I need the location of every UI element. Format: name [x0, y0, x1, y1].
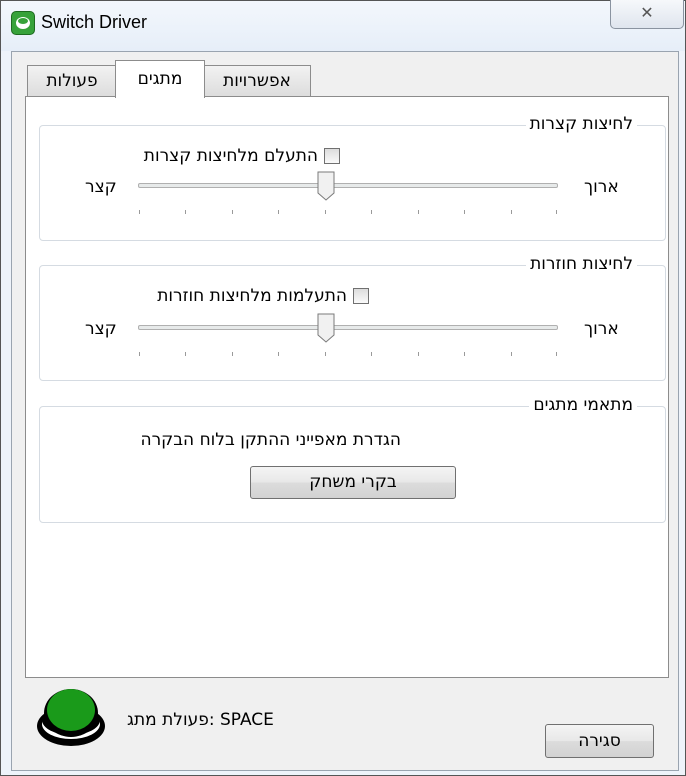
short-label: קצר [85, 177, 117, 197]
checkbox-box[interactable] [324, 148, 340, 164]
tab-actions-label: פעולות [46, 71, 98, 91]
switch-action-text: SPACE :פעולת מתג [127, 710, 274, 730]
checkbox-box[interactable] [353, 288, 369, 304]
slider-tick [556, 352, 557, 356]
slider-tick [325, 352, 326, 356]
slider-tick [185, 210, 186, 214]
slider-tick [464, 352, 465, 356]
slider-tick [139, 352, 140, 356]
repeat-press-group: לחיצות חוזרות התעלמות מלחיצות חוזרות קצר… [39, 254, 666, 381]
ignore-repeat-press-label: התעלמות מלחיצות חוזרות [157, 286, 347, 306]
tab-panel-switches: לחיצות קצרות התעלם מלחיצות קצרות קצר ארו… [25, 96, 669, 678]
ignore-repeat-press-checkbox[interactable]: התעלמות מלחיצות חוזרות [157, 286, 369, 306]
slider-tick [185, 352, 186, 356]
slider-tick [418, 352, 419, 356]
slider-tick [556, 210, 557, 214]
long-label: ארוך [584, 177, 619, 197]
slider-tick [232, 210, 233, 214]
slider-tick [278, 352, 279, 356]
switch-driver-window: Switch Driver ✕ אפשרויות מתגים פעולות לח… [0, 0, 686, 776]
close-button-label: סגירה [578, 731, 621, 751]
repeat-press-slider-track[interactable] [138, 325, 558, 330]
game-controllers-label: בקרי משחק [309, 472, 397, 492]
repeat-press-slider-thumb[interactable] [317, 313, 335, 343]
tab-options-label: אפשרויות [223, 71, 291, 91]
switch-button-icon [37, 689, 105, 746]
window-close-button[interactable]: ✕ [610, 0, 684, 29]
title-bar: Switch Driver ✕ [1, 0, 685, 51]
slider-tick [371, 210, 372, 214]
ignore-short-press-label: התעלם מלחיצות קצרות [143, 146, 318, 166]
switch-adapters-group: מתאמי מתגים הגדרת מאפייני ההתקן בלוח הבק… [39, 395, 666, 523]
switch-adapters-title: מתאמי מתגים [529, 395, 637, 415]
slider-tick [371, 352, 372, 356]
slider-tick [232, 352, 233, 356]
adapters-description: הגדרת מאפייני ההתקן בלוח הבקרה [140, 430, 401, 450]
ignore-short-press-checkbox[interactable]: התעלם מלחיצות קצרות [144, 146, 340, 166]
short-label: קצר [85, 319, 117, 339]
slider-tick [418, 210, 419, 214]
dialog-client-area: אפשרויות מתגים פעולות לחיצות קצרות התעלם… [11, 51, 679, 771]
slider-tick [278, 210, 279, 214]
window-title: Switch Driver [41, 12, 148, 32]
repeat-press-title: לחיצות חוזרות [526, 254, 637, 274]
slider-tick [511, 210, 512, 214]
tab-switches-label: מתגים [137, 69, 183, 89]
game-controllers-button[interactable]: בקרי משחק [250, 466, 456, 499]
long-label: ארוך [584, 319, 619, 339]
switch-app-icon [11, 11, 35, 35]
short-press-slider-thumb[interactable] [317, 171, 335, 201]
tab-options[interactable]: אפשרויות [203, 65, 311, 97]
short-press-group: לחיצות קצרות התעלם מלחיצות קצרות קצר ארו… [39, 114, 666, 241]
tab-switches[interactable]: מתגים [115, 60, 205, 98]
slider-tick [464, 210, 465, 214]
short-press-slider-track[interactable] [138, 183, 558, 188]
close-icon: ✕ [640, 3, 654, 22]
slider-tick [511, 352, 512, 356]
close-button[interactable]: סגירה [545, 724, 654, 758]
slider-tick [139, 210, 140, 214]
tab-actions[interactable]: פעולות [27, 65, 117, 97]
short-press-title: לחיצות קצרות [525, 114, 637, 134]
slider-tick [325, 210, 326, 214]
